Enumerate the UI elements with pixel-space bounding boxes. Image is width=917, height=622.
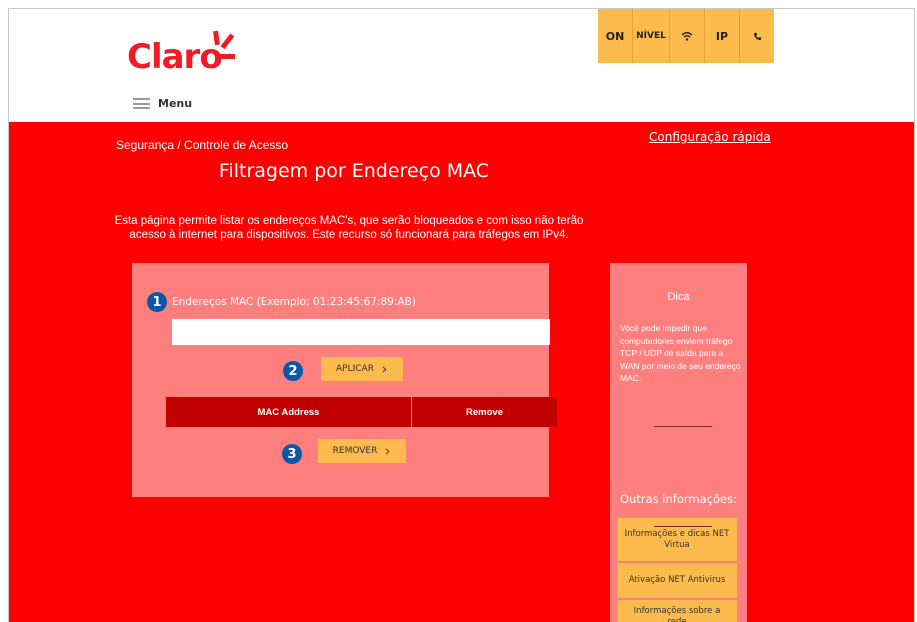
- step-1-badge: 1: [147, 292, 167, 312]
- page-description: Esta página permite listar os endereços …: [114, 215, 584, 241]
- remove-label: REMOVER: [332, 446, 378, 456]
- apply-button[interactable]: APLICAR: [321, 357, 403, 381]
- info-link-network[interactable]: Informações sobre a rede: [617, 600, 737, 622]
- column-header-mac-address: MAC Address: [166, 397, 412, 427]
- tip-sidebar: Dica Você pode impedir que computadores …: [610, 263, 747, 622]
- mac-filter-panel: 1 Endereços MAC (Exemplo: 01:23:45:67:89…: [132, 263, 557, 497]
- chevron-right-icon: [382, 365, 387, 373]
- quick-config-link[interactable]: Configuração rápida: [649, 130, 771, 144]
- menu-button[interactable]: Menu: [133, 97, 192, 110]
- apply-label: APLICAR: [336, 364, 374, 374]
- breadcrumb[interactable]: Segurança / Controle de Acesso: [116, 138, 288, 152]
- other-info-title: Outras informações:: [620, 492, 737, 506]
- mac-table-header: MAC Address Remove: [166, 397, 557, 427]
- status-on-button[interactable]: ON: [598, 9, 633, 63]
- status-nivel-button[interactable]: NÍVEL: [633, 9, 670, 63]
- header: Claro Menu ON NÍVEL IP: [9, 9, 914, 122]
- claro-logo[interactable]: Claro: [127, 29, 252, 79]
- logo-text: Claro: [127, 37, 223, 77]
- wifi-icon: [681, 32, 693, 41]
- status-ip-button[interactable]: IP: [705, 9, 740, 63]
- phone-button[interactable]: [740, 9, 774, 63]
- column-header-remove: Remove: [466, 406, 503, 418]
- remove-button[interactable]: REMOVER: [318, 439, 406, 463]
- info-link-net-virtua[interactable]: Informações e dicas NET Virtua: [617, 518, 737, 561]
- phone-icon: [753, 32, 761, 40]
- chevron-right-icon: [385, 447, 390, 455]
- info-link-antivirus[interactable]: Ativação NET Antivirus: [617, 563, 737, 598]
- hamburger-icon: [133, 98, 150, 109]
- step-3-badge: 3: [282, 444, 302, 464]
- tip-title: Dica: [667, 291, 690, 303]
- mac-field-label: Endereços MAC (Exemplo: 01:23:45:67:89:A…: [172, 296, 416, 308]
- page-title: Filtragem por Endereço MAC: [218, 160, 490, 182]
- mac-address-input[interactable]: [172, 319, 550, 345]
- menu-label: Menu: [158, 97, 193, 110]
- logo-mark-icon: [213, 30, 235, 59]
- step-2-badge: 2: [283, 361, 303, 381]
- page-frame: Claro Menu ON NÍVEL IP Segurança / Contr…: [8, 8, 915, 622]
- status-bar: ON NÍVEL IP: [598, 9, 774, 63]
- divider: [654, 426, 712, 427]
- tip-text: Você pode impedir que computadores envie…: [620, 323, 741, 383]
- main-content: Segurança / Controle de Acesso Configura…: [9, 122, 914, 622]
- divider: [654, 526, 712, 527]
- wifi-button[interactable]: [670, 9, 705, 63]
